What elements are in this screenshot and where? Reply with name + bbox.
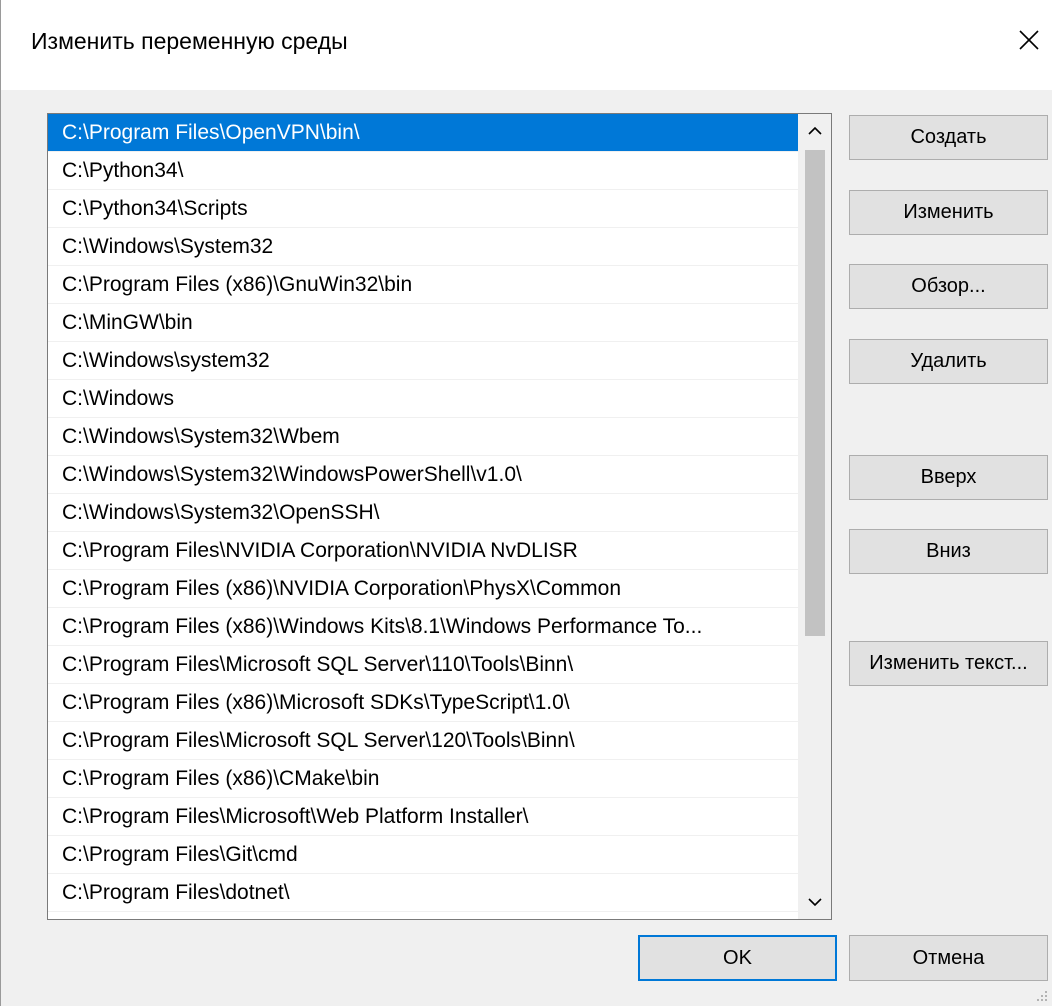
list-item[interactable]: C:\Program Files (x86)\Microsoft SDKs\Ty… [48, 684, 798, 722]
list-item[interactable]: C:\Windows\System32\OpenSSH\ [48, 494, 798, 532]
list-item[interactable]: C:\Windows\System32\WindowsPowerShell\v1… [48, 456, 798, 494]
edit-button[interactable]: Изменить [849, 190, 1048, 235]
close-icon [1019, 30, 1039, 50]
scroll-up-button[interactable] [798, 114, 831, 148]
list-item[interactable]: C:\Windows\System32 [48, 228, 798, 266]
list-item[interactable]: C:\Program Files\OpenVPN\bin\ [48, 114, 798, 152]
list-item[interactable]: C:\Program Files (x86)\Windows Kits\8.1\… [48, 608, 798, 646]
scrollbar-thumb[interactable] [805, 150, 825, 636]
list-item[interactable]: C:\Windows\System32\Wbem [48, 418, 798, 456]
list-item[interactable]: C:\Python34\Scripts [48, 190, 798, 228]
list-item[interactable]: C:\Program Files\Git\cmd [48, 836, 798, 874]
title-bar[interactable]: Изменить переменную среды [1, 0, 1052, 90]
path-list-rows: C:\Program Files\OpenVPN\bin\ C:\Python34… [48, 114, 798, 912]
close-button[interactable] [1009, 18, 1049, 62]
vertical-scrollbar[interactable] [798, 114, 831, 919]
chevron-up-icon [807, 126, 822, 135]
list-item[interactable]: C:\Python34\ [48, 152, 798, 190]
list-item[interactable]: C:\Program Files\NVIDIA Corporation\NVID… [48, 532, 798, 570]
scroll-down-button[interactable] [798, 885, 831, 919]
list-item[interactable]: C:\Program Files\Microsoft SQL Server\12… [48, 722, 798, 760]
path-list[interactable]: C:\Program Files\OpenVPN\bin\ C:\Python34… [47, 113, 832, 920]
move-down-button[interactable]: Вниз [849, 529, 1048, 574]
list-item[interactable]: C:\Windows\system32 [48, 342, 798, 380]
resize-grip-icon[interactable] [1034, 988, 1048, 1002]
delete-button[interactable]: Удалить [849, 339, 1048, 384]
cancel-button[interactable]: Отмена [849, 935, 1048, 981]
list-item[interactable]: C:\MinGW\bin [48, 304, 798, 342]
create-button[interactable]: Создать [849, 115, 1048, 160]
list-item[interactable]: C:\Program Files (x86)\NVIDIA Corporatio… [48, 570, 798, 608]
move-up-button[interactable]: Вверх [849, 455, 1048, 500]
list-item[interactable]: C:\Program Files (x86)\GnuWin32\bin [48, 266, 798, 304]
edit-text-button[interactable]: Изменить текст... [849, 641, 1048, 686]
ok-button[interactable]: OK [638, 935, 837, 981]
list-item[interactable]: C:\Program Files\Microsoft\Web Platform … [48, 798, 798, 836]
dialog-title: Изменить переменную среды [31, 28, 348, 54]
list-item[interactable]: C:\Program Files\Microsoft SQL Server\11… [48, 646, 798, 684]
chevron-down-icon [807, 898, 822, 907]
list-item[interactable]: C:\Windows [48, 380, 798, 418]
edit-env-variable-dialog: Изменить переменную среды C:\Program Fil… [0, 0, 1052, 1006]
list-item[interactable]: C:\Program Files (x86)\CMake\bin [48, 760, 798, 798]
list-item[interactable]: C:\Program Files\dotnet\ [48, 874, 798, 912]
browse-button[interactable]: Обзор... [849, 264, 1048, 309]
